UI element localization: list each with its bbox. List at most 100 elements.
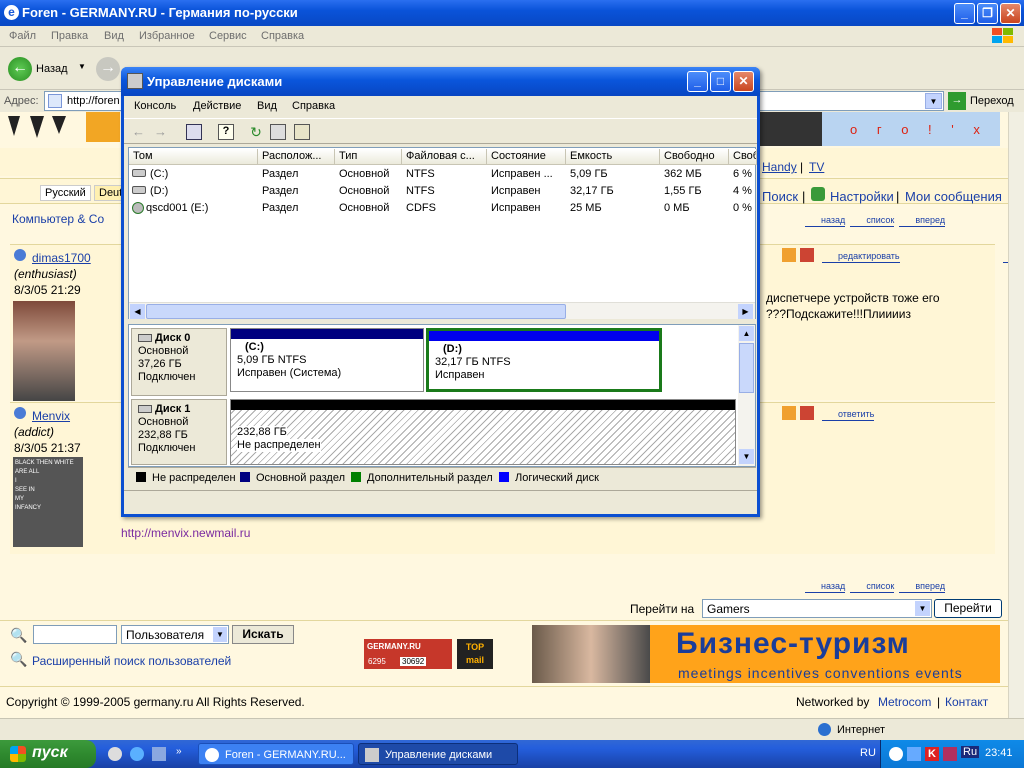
unallocated-space[interactable]: 232,88 ГБ Не распределен [230, 399, 736, 465]
dm-close-button[interactable]: ✕ [733, 71, 754, 92]
scope-dropdown-icon[interactable]: ▼ [213, 627, 227, 642]
list-button[interactable]: список [850, 215, 895, 227]
tv-link[interactable]: TV [809, 160, 824, 174]
task-ie[interactable]: Foren - GERMANY.RU... [198, 743, 354, 765]
disk1-label[interactable]: Диск 1 Основной 232,88 ГБ Подключен [131, 399, 227, 465]
forward-topic-button-bottom[interactable]: вперед [899, 581, 946, 593]
post2-signature-link[interactable]: http://menvix.newmail.ru [121, 526, 250, 540]
refresh-icon[interactable]: ↻ [248, 124, 264, 140]
goto-dropdown-icon[interactable]: ▼ [915, 601, 930, 616]
go-arrow-icon[interactable]: → [948, 92, 966, 110]
tray-network-icon[interactable] [907, 747, 921, 761]
print-icon[interactable] [800, 248, 814, 262]
col-header-volume[interactable]: Том [129, 149, 258, 165]
dm-menu-view[interactable]: Вид [257, 100, 277, 112]
scroll-thumb[interactable] [146, 304, 566, 319]
search-input[interactable] [33, 625, 117, 644]
col-header-layout[interactable]: Располож... [258, 149, 335, 165]
back-button[interactable]: ← Назад ▼ [6, 56, 94, 82]
page-scrollbar[interactable] [1008, 112, 1024, 718]
reply-button-2[interactable]: ответить [822, 409, 875, 421]
start-button[interactable]: пуск [0, 740, 96, 768]
properties-icon[interactable] [270, 124, 286, 140]
dm-menu-console[interactable]: Консоль [134, 100, 176, 112]
go-button[interactable]: Переход [970, 95, 1014, 107]
dm-forward-icon[interactable]: → [154, 124, 170, 140]
graph-scroll-thumb[interactable] [739, 343, 754, 393]
restore-button[interactable]: ❐ [977, 3, 998, 24]
nav-settings-link[interactable]: Настройки [830, 189, 894, 204]
scroll-up-icon[interactable]: ▲ [739, 326, 754, 341]
minimize-button[interactable]: _ [954, 3, 975, 24]
topmail-logo[interactable]: TOP mail [457, 639, 493, 669]
chevron-down-icon[interactable]: ▼ [78, 62, 86, 71]
table-row[interactable]: (C:) Раздел Основной NTFS Исправен ... 5… [129, 166, 755, 183]
dm-menu-help[interactable]: Справка [292, 100, 335, 112]
business-tourism-banner[interactable]: Бизнес-туризм meetings incentives conven… [532, 625, 1000, 683]
list-button-bottom[interactable]: список [850, 581, 895, 593]
tray-arrow-icon[interactable] [943, 747, 957, 761]
scroll-right-icon[interactable]: ▶ [738, 304, 753, 319]
nav-messages-link[interactable]: Мои сообщения [905, 189, 1002, 204]
back-topic-button[interactable]: назад [805, 215, 846, 227]
tray-help-icon[interactable] [889, 747, 903, 761]
show-hide-tree-icon[interactable] [186, 124, 202, 140]
dm-maximize-button[interactable]: □ [710, 71, 731, 92]
disk0-label[interactable]: Диск 0 Основной 37,26 ГБ Подключен [131, 328, 227, 396]
nav-search-link[interactable]: Поиск [762, 189, 798, 204]
profile-icon[interactable] [782, 248, 796, 262]
breadcrumb[interactable]: Компьютер & Со [12, 212, 104, 226]
dm-menu-action[interactable]: Действие [193, 100, 241, 112]
handy-link[interactable]: Handy [762, 160, 797, 174]
quicklaunch-media-icon[interactable] [108, 747, 122, 761]
tray-lang-icon[interactable]: Ru [961, 746, 980, 758]
forward-arrow-icon[interactable]: → [96, 57, 120, 81]
partition-d[interactable]: (D:) 32,17 ГБ NTFS Исправен [426, 328, 662, 392]
col-header-free[interactable]: Свободно [660, 149, 729, 165]
back-topic-button-bottom[interactable]: назад [805, 581, 846, 593]
scroll-left-icon[interactable]: ◀ [130, 304, 145, 319]
settings-list-icon[interactable] [294, 124, 310, 140]
col-header-free-pct[interactable]: Своб [729, 149, 757, 165]
scroll-down-icon[interactable]: ▼ [739, 449, 754, 464]
goto-button[interactable]: Перейти [934, 599, 1002, 618]
list-horizontal-scrollbar[interactable]: ◀ ▶ [129, 302, 755, 319]
task-disk-management[interactable]: Управление дисками [358, 743, 518, 765]
table-row[interactable]: (D:) Раздел Основной NTFS Исправен 32,17… [129, 183, 755, 200]
profile-icon-2[interactable] [782, 406, 796, 420]
dm-minimize-button[interactable]: _ [687, 71, 708, 92]
forward-topic-button[interactable]: вперед [899, 215, 946, 227]
search-scope-select[interactable]: Пользователя ▼ [121, 625, 229, 644]
language-indicator[interactable]: RU [860, 747, 876, 759]
advanced-search-link[interactable]: Расширенный поиск пользователей [32, 654, 231, 668]
graph-vertical-scrollbar[interactable]: ▲ ▼ [738, 325, 755, 466]
menu-edit[interactable]: Правка [51, 30, 88, 42]
tray-antivirus-icon[interactable]: K [925, 747, 939, 761]
print-icon-2[interactable] [800, 406, 814, 420]
menu-help[interactable]: Справка [261, 30, 304, 42]
partition-c[interactable]: (C:) 5,09 ГБ NTFS Исправен (Система) [230, 328, 424, 392]
metrocom-link[interactable]: Metrocom [878, 695, 931, 709]
address-dropdown-icon[interactable]: ▼ [925, 93, 942, 109]
col-header-status[interactable]: Состояние [487, 149, 566, 165]
menu-file[interactable]: Файл [9, 30, 36, 42]
quicklaunch-desktop-icon[interactable] [152, 747, 166, 761]
dm-back-icon[interactable]: ← [132, 124, 148, 140]
help-icon[interactable]: ? [218, 124, 234, 140]
close-button[interactable]: ✕ [1000, 3, 1021, 24]
col-header-filesystem[interactable]: Файловая с... [402, 149, 487, 165]
menu-view[interactable]: Вид [104, 30, 124, 42]
post1-username[interactable]: dimas1700 [32, 251, 91, 265]
post2-username[interactable]: Menvix [32, 409, 70, 423]
menu-favorites[interactable]: Избранное [139, 30, 195, 42]
search-button[interactable]: Искать [232, 625, 294, 644]
edit-button[interactable]: редактировать [822, 251, 900, 263]
quicklaunch-ie-icon[interactable] [130, 747, 144, 761]
goto-select[interactable]: Gamers ▼ [702, 599, 932, 618]
col-header-capacity[interactable]: Емкость [566, 149, 660, 165]
table-row[interactable]: qscd001 (E:) Раздел Основной CDFS Исправ… [129, 200, 755, 217]
menu-tools[interactable]: Сервис [209, 30, 247, 42]
quicklaunch-more-icon[interactable]: » [176, 746, 182, 757]
contact-link[interactable]: Контакт [945, 695, 988, 709]
lang-ru-button[interactable]: Русский [40, 185, 91, 201]
